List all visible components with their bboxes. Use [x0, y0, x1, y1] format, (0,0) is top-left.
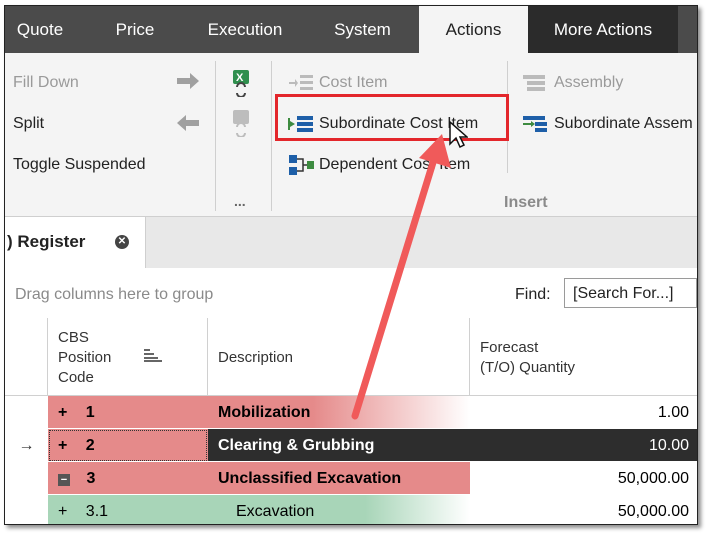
mouse-cursor-icon — [448, 120, 469, 155]
app-window: Quote Price Execution System Actions Mor… — [4, 5, 698, 525]
annotation-arrow — [351, 134, 451, 420]
